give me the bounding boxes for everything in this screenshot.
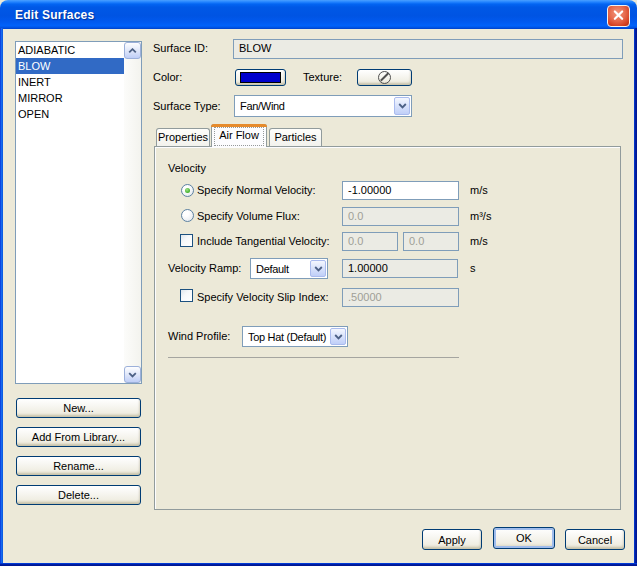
add-from-library-button[interactable]: Add From Library...	[16, 427, 141, 447]
scroll-down-button[interactable]	[124, 366, 141, 383]
tangential-velocity-checkbox[interactable]	[180, 234, 193, 247]
surface-type-label: Surface Type:	[153, 100, 221, 113]
surface-type-dropdown-button[interactable]	[394, 97, 410, 115]
surface-type-combo[interactable]: Fan/Wind	[234, 95, 412, 117]
list-item-open[interactable]: OPEN	[16, 106, 124, 122]
cancel-button-label: Cancel	[578, 534, 612, 546]
no-texture-icon	[378, 71, 391, 84]
radio-selected-dot	[185, 188, 190, 193]
tangential-velocity-field-2: 0.0	[403, 232, 459, 251]
velocity-ramp-dropdown-button[interactable]	[310, 260, 326, 277]
surface-id-field[interactable]: BLOW	[233, 39, 623, 59]
normal-velocity-field[interactable]: -1.00000	[342, 181, 459, 200]
new-button-label: New...	[63, 402, 94, 414]
chevron-down-icon	[398, 103, 407, 109]
chevron-down-icon	[334, 334, 343, 340]
tangential-velocity-label: Include Tangential Velocity:	[197, 235, 330, 248]
normal-velocity-label: Specify Normal Velocity:	[197, 184, 316, 197]
normal-velocity-unit: m/s	[470, 184, 488, 197]
add-from-library-label: Add From Library...	[32, 431, 125, 443]
texture-label: Texture:	[303, 71, 342, 84]
slip-index-checkbox[interactable]	[180, 289, 193, 302]
tab-air-flow[interactable]: Air Flow	[211, 124, 267, 147]
delete-button[interactable]: Delete...	[16, 485, 141, 505]
wind-profile-combo[interactable]: Top Hat (Default)	[242, 326, 348, 347]
new-button[interactable]: New...	[16, 398, 141, 418]
list-scrollbar[interactable]	[124, 42, 141, 383]
velocity-ramp-unit: s	[470, 262, 476, 275]
window-border-left	[0, 28, 3, 566]
volume-flux-radio[interactable]	[181, 209, 194, 222]
color-swatch	[240, 72, 281, 83]
delete-button-label: Delete...	[58, 489, 99, 501]
volume-flux-unit: m³/s	[470, 210, 491, 223]
ok-button-label: OK	[516, 532, 532, 544]
tab-properties[interactable]: Properties	[156, 128, 210, 146]
apply-button[interactable]: Apply	[422, 529, 482, 550]
close-icon	[608, 5, 629, 27]
list-item-blow[interactable]: BLOW	[16, 58, 124, 74]
tab-properties-label: Properties	[158, 131, 208, 143]
surface-id-label: Surface ID:	[153, 42, 208, 55]
cancel-button[interactable]: Cancel	[565, 529, 625, 550]
tab-particles-label: Particles	[274, 131, 316, 143]
close-button[interactable]	[607, 5, 630, 27]
scroll-up-icon	[128, 48, 137, 54]
tangential-velocity-field-1: 0.0	[342, 232, 398, 251]
velocity-ramp-combo[interactable]: Default	[250, 258, 328, 279]
volume-flux-field: 0.0	[342, 207, 459, 226]
normal-velocity-radio[interactable]	[181, 184, 194, 197]
list-item-inert[interactable]: INERT	[16, 74, 124, 90]
velocity-ramp-value: Default	[256, 263, 289, 276]
rename-button-label: Rename...	[53, 460, 104, 472]
volume-flux-label: Specify Volume Flux:	[197, 210, 300, 223]
separator-line	[168, 357, 459, 358]
rename-button[interactable]: Rename...	[16, 456, 141, 476]
velocity-ramp-time-field[interactable]: 1.00000	[342, 259, 458, 278]
title-bar[interactable]: Edit Surfaces	[0, 0, 637, 29]
wind-profile-label: Wind Profile:	[168, 330, 230, 343]
wind-profile-value: Top Hat (Default)	[248, 331, 326, 344]
scroll-down-icon	[128, 372, 137, 378]
wind-profile-dropdown-button[interactable]	[330, 328, 346, 345]
apply-button-label: Apply	[438, 534, 466, 546]
surface-list[interactable]: ADIABATIC BLOW INERT MIRROR OPEN	[15, 41, 142, 384]
texture-button[interactable]	[357, 69, 412, 86]
list-item-adiabatic[interactable]: ADIABATIC	[16, 42, 124, 58]
velocity-ramp-label: Velocity Ramp:	[168, 262, 241, 275]
ok-button[interactable]: OK	[493, 527, 555, 549]
tangential-velocity-unit: m/s	[470, 235, 488, 248]
list-item-mirror[interactable]: MIRROR	[16, 90, 124, 106]
window-title: Edit Surfaces	[15, 8, 94, 22]
tab-panel	[154, 146, 621, 510]
tab-particles[interactable]: Particles	[269, 128, 322, 146]
chevron-down-icon	[314, 266, 323, 272]
color-button[interactable]	[235, 69, 286, 86]
scroll-up-button[interactable]	[124, 42, 141, 59]
color-label: Color:	[153, 71, 182, 84]
velocity-group-label: Velocity	[168, 162, 206, 175]
tab-focus-outline	[214, 127, 264, 146]
slip-index-label: Specify Velocity Slip Index:	[197, 291, 328, 304]
surface-type-value: Fan/Wind	[240, 100, 285, 113]
slip-index-field: .50000	[342, 288, 459, 307]
